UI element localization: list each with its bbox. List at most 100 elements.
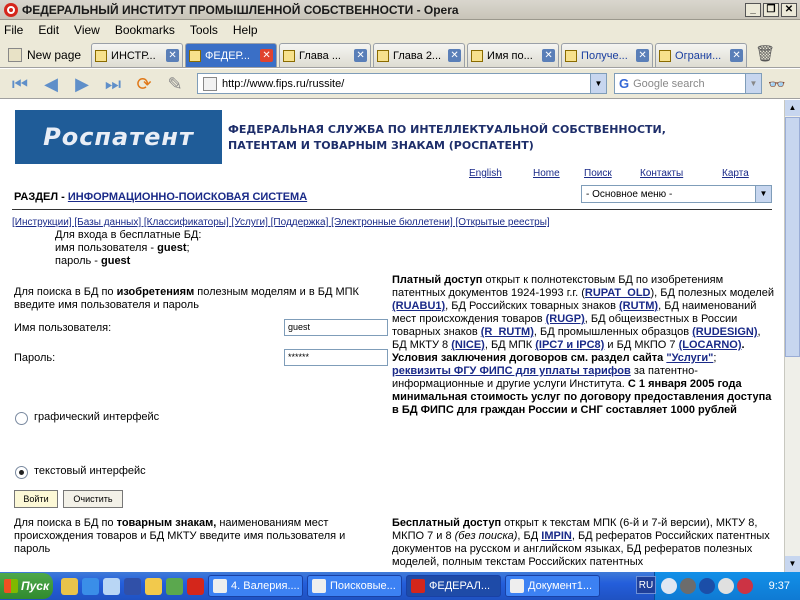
link-search[interactable]: Поиск: [584, 168, 612, 179]
close-button[interactable]: ✕: [781, 2, 797, 17]
link-english-text[interactable]: English: [469, 168, 502, 179]
chevron-down-icon[interactable]: ▼: [755, 186, 771, 202]
tab[interactable]: Имя по... ✕: [467, 43, 560, 67]
tab-close-icon[interactable]: ✕: [260, 49, 274, 62]
section-label: РАЗДЕЛ -: [14, 191, 68, 203]
radio-graphic[interactable]: [15, 412, 28, 425]
inventions-intro-b: изобретениям: [116, 286, 195, 298]
link-ipc[interactable]: (IPC7 и IPC8): [535, 339, 604, 351]
sub-navigation[interactable]: [Инструкции] [Базы данных] [Классификато…: [12, 217, 550, 228]
menu-edit[interactable]: Edit: [38, 23, 59, 37]
clear-button[interactable]: Очистить: [63, 490, 123, 508]
chevron-down-icon[interactable]: ▼: [745, 74, 761, 93]
start-button[interactable]: Пуск: [0, 573, 53, 599]
tab[interactable]: Ограни... ✕: [655, 43, 748, 67]
task-button[interactable]: 4. Валерия....: [208, 575, 303, 597]
tab[interactable]: ИНСТР... ✕: [91, 43, 184, 67]
tab-close-icon[interactable]: ✕: [730, 49, 744, 62]
task-button[interactable]: Документ1...: [505, 575, 600, 597]
desktop-icon[interactable]: [103, 577, 120, 595]
org-name: ФЕДЕРАЛЬНАЯ СЛУЖБА ПО ИНТЕЛЛЕКТУАЛЬНОЙ С…: [228, 122, 666, 154]
vertical-scrollbar[interactable]: ▲ ▼: [784, 100, 800, 572]
reload-icon[interactable]: ⟳: [132, 73, 156, 95]
link-nice[interactable]: (NICE): [451, 339, 485, 351]
antivirus-icon[interactable]: [680, 578, 696, 594]
org-line1: ФЕДЕРАЛЬНАЯ СЛУЖБА ПО ИНТЕЛЛЕКТУАЛЬНОЙ С…: [228, 123, 666, 136]
language-indicator[interactable]: RU: [636, 576, 656, 594]
tab[interactable]: Глава ... ✕: [279, 43, 372, 67]
link-map[interactable]: Карта: [722, 168, 749, 179]
trash-icon[interactable]: 🗑: [755, 44, 775, 66]
minimize-button[interactable]: _: [745, 2, 761, 17]
new-page-button[interactable]: New page: [2, 43, 87, 67]
link-contacts[interactable]: Контакты: [640, 168, 683, 179]
link-uslugi[interactable]: "Услуги": [666, 352, 713, 364]
link-rugp[interactable]: (RUGP): [546, 313, 585, 325]
maximize-button[interactable]: ❐: [763, 2, 779, 17]
link-english[interactable]: English: [469, 168, 502, 179]
link-home[interactable]: Home: [533, 168, 560, 179]
link-map-text[interactable]: Карта: [722, 168, 749, 179]
scroll-up-icon[interactable]: ▲: [785, 100, 800, 116]
fast-forward-icon[interactable]: ⏭: [101, 73, 125, 95]
link-search-text[interactable]: Поиск: [584, 168, 612, 179]
link-rupat-old[interactable]: RUPAT_OLD: [585, 287, 651, 299]
tab[interactable]: Получе... ✕: [561, 43, 654, 67]
username-field[interactable]: guest: [284, 319, 388, 336]
sub-nav-links[interactable]: [Инструкции] [Базы данных] [Классификато…: [12, 217, 550, 228]
tab-close-icon[interactable]: ✕: [542, 49, 556, 62]
link-rutm[interactable]: (RUTM): [619, 300, 658, 312]
update-icon[interactable]: [718, 578, 734, 594]
back-icon[interactable]: ◀: [39, 73, 63, 95]
tab-close-icon[interactable]: ✕: [166, 49, 180, 62]
tab-close-icon[interactable]: ✕: [354, 49, 368, 62]
ie-icon[interactable]: [82, 577, 99, 595]
glasses-icon[interactable]: 👓: [768, 76, 785, 93]
login-button[interactable]: Войти: [14, 490, 58, 508]
link-impin[interactable]: IMPIN: [541, 530, 572, 542]
tab-close-icon[interactable]: ✕: [448, 49, 462, 62]
opera-icon[interactable]: [187, 577, 204, 595]
save-icon[interactable]: [124, 577, 141, 595]
radio-text[interactable]: [15, 466, 28, 479]
scroll-down-icon[interactable]: ▼: [785, 556, 800, 572]
chevron-down-icon[interactable]: ▼: [590, 74, 606, 93]
link-home-text[interactable]: Home: [533, 168, 560, 179]
link-requisites[interactable]: реквизиты ФГУ ФИПС для уплаты тарифов: [392, 365, 631, 377]
tab-active[interactable]: ФЕДЕР... ✕: [185, 43, 278, 67]
network-icon[interactable]: [699, 578, 715, 594]
menu-tools[interactable]: Tools: [190, 23, 218, 37]
forward-icon[interactable]: ▶: [70, 73, 94, 95]
menu-file[interactable]: File: [4, 23, 23, 37]
link-r-rutm[interactable]: (R_RUTM): [481, 326, 534, 338]
scroll-thumb[interactable]: [785, 117, 800, 357]
network-icon[interactable]: [166, 577, 183, 595]
link-ruabu1[interactable]: (RUABU1): [392, 300, 445, 312]
quick-launch: [61, 577, 204, 595]
task-button-active[interactable]: ФЕДЕРАЛ...: [406, 575, 501, 597]
smiley-icon[interactable]: [145, 577, 162, 595]
section-link[interactable]: ИНФОРМАЦИОННО-ПОИСКОВАЯ СИСТЕМА: [68, 191, 307, 203]
main-menu-select[interactable]: - Основное меню - ▼: [581, 185, 772, 203]
logo-text: Роспатент: [43, 123, 194, 151]
app-tray-icon[interactable]: [737, 578, 753, 594]
task-button[interactable]: Поисковые...: [307, 575, 402, 597]
folder-icon[interactable]: [61, 577, 78, 595]
address-field[interactable]: http://www.fips.ru/russite/ ▼: [197, 73, 607, 94]
menu-view[interactable]: View: [74, 23, 100, 37]
link-contacts-text[interactable]: Контакты: [640, 168, 683, 179]
search-field[interactable]: G Google search ▼: [614, 73, 762, 94]
password-field[interactable]: ******: [284, 349, 388, 366]
guest-user-value: guest: [157, 242, 187, 254]
link-rudesign[interactable]: (RUDESIGN): [692, 326, 757, 338]
menu-help[interactable]: Help: [233, 23, 258, 37]
menu-bookmarks[interactable]: Bookmarks: [115, 23, 175, 37]
edit-icon[interactable]: ✎: [163, 73, 187, 95]
volume-icon[interactable]: [661, 578, 677, 594]
tab[interactable]: Глава 2... ✕: [373, 43, 466, 67]
guest-pass-value: guest: [101, 255, 131, 267]
tab-close-icon[interactable]: ✕: [636, 49, 650, 62]
rewind-icon[interactable]: ⏮: [8, 73, 32, 95]
rospatent-logo[interactable]: Роспатент: [15, 110, 222, 164]
link-locarno[interactable]: (LOCARNO): [679, 339, 742, 351]
